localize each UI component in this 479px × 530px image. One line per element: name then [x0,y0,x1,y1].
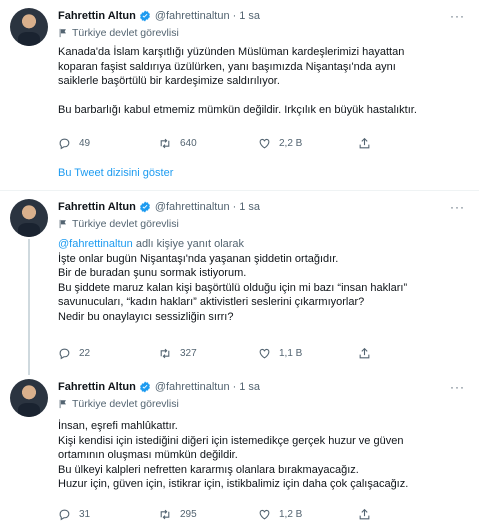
author-name[interactable]: Fahrettin Altun [58,201,136,213]
heart-icon [259,509,270,520]
like-count: 1,1 B [279,348,303,359]
verified-icon [139,381,150,393]
like-button[interactable]: 1,2 B [258,508,358,521]
tweet-time[interactable]: 1 sa [239,10,260,22]
replying-suffix: adlı kişiye yanıt olarak [132,238,245,250]
separator-dot: · [232,10,237,22]
author-name[interactable]: Fahrettin Altun [58,10,136,22]
more-options-icon[interactable]: ··· [450,9,465,23]
separator-dot: · [232,381,237,393]
flag-icon [59,399,66,409]
government-label[interactable]: Türkiye devlet görevlisi [58,218,179,230]
tweet-time[interactable]: 1 sa [239,381,260,393]
share-button[interactable] [358,508,458,521]
reply-icon [59,348,70,360]
tweet-actions: 49 640 2,2 B [58,137,458,150]
tweet-line: koparan faşist saldırıya üzülürken, yanı… [58,60,396,73]
more-options-icon[interactable]: ··· [450,200,465,214]
share-icon [359,508,370,520]
government-label-text: Türkiye devlet görevlisi [72,398,179,410]
heart-icon [259,138,270,149]
thread-line [28,239,30,375]
like-count: 2,2 B [279,138,303,149]
author-handle[interactable]: @fahrettinaltun [155,381,230,393]
tweet-line: Bu şiddete maruz kalan kişi başörtülü ol… [58,281,408,294]
share-button[interactable] [358,137,458,150]
verified-icon [139,201,150,213]
government-label[interactable]: Türkiye devlet görevlisi [58,398,179,410]
mention-link[interactable]: @fahrettinaltun [58,238,133,250]
show-thread-link[interactable]: Bu Tweet dizisini göster [58,167,173,179]
tweet-line: saiklerle başörtülü bir kardeşimize sald… [58,75,280,87]
tweet-line: ortamının oluşması mümkün değildir. [58,449,238,461]
government-label-text: Türkiye devlet görevlisi [72,27,179,39]
tweet-header: Fahrettin Altun @fahrettinaltun · 1 sa [58,10,260,22]
like-button[interactable]: 1,1 B [258,347,358,360]
more-options-icon[interactable]: ··· [450,380,465,394]
share-icon [359,347,370,359]
tweet-header: Fahrettin Altun @fahrettinaltun · 1 sa [58,381,260,393]
retweet-button[interactable]: 295 [158,508,258,521]
tweet-3[interactable]: Fahrettin Altun @fahrettinaltun · 1 sa ·… [0,371,479,530]
retweet-button[interactable]: 640 [158,137,258,150]
tweet-text: İnsan, eşrefi mahlûkattır. Kişi kendisi … [58,419,449,492]
share-icon [359,137,370,149]
tweet-line: İnsan, eşrefi mahlûkattır. [58,420,178,432]
reply-button[interactable]: 22 [58,347,158,360]
share-button[interactable] [358,347,458,360]
like-button[interactable]: 2,2 B [258,137,358,150]
tweet-line: Nedir bu onaylayıcı sessizliğin sırrı? [58,310,234,323]
author-handle[interactable]: @fahrettinaltun [155,201,230,213]
reply-count: 31 [79,509,91,520]
tweet-line: Bu ülkeyi kalpleri nefretten kararmış ol… [58,463,359,476]
reply-icon [59,509,70,521]
avatar[interactable] [10,379,48,417]
tweet-actions: 22 327 1,1 B [58,347,458,360]
separator-dot: · [232,201,237,213]
retweet-count: 327 [180,348,197,359]
tweet-line: Kanada'da İslam karşıtlığı yüzünden Müsl… [58,46,405,58]
retweet-count: 640 [180,138,197,149]
avatar[interactable] [10,8,48,46]
tweet-line: Bir de buradan şunu sormak istiyorum. [58,267,247,279]
author-name[interactable]: Fahrettin Altun [58,381,136,393]
like-count: 1,2 B [279,509,303,520]
retweet-count: 295 [180,509,197,520]
reply-icon [59,138,70,150]
retweet-icon [160,348,170,359]
heart-icon [259,348,270,359]
tweet-line: Bu barbarlığı kabul etmemiz mümkün değil… [58,103,417,116]
flag-icon [59,219,66,229]
tweet-line: Kişi kendisi için istediğini diğeri için… [58,434,404,447]
tweet-text: Kanada'da İslam karşıtlığı yüzünden Müsl… [58,45,449,117]
tweet-header: Fahrettin Altun @fahrettinaltun · 1 sa [58,201,260,213]
author-handle[interactable]: @fahrettinaltun [155,10,230,22]
avatar[interactable] [10,199,48,237]
tweet-1[interactable]: Fahrettin Altun @fahrettinaltun · 1 sa ·… [0,0,479,195]
reply-button[interactable]: 49 [58,137,158,150]
retweet-button[interactable]: 327 [158,347,258,360]
government-label-text: Türkiye devlet görevlisi [72,218,179,230]
tweet-line: Huzur için, güven için, istikrar için, i… [58,478,409,490]
retweet-icon [160,509,170,520]
tweet-actions: 31 295 1,2 B [58,508,458,521]
flag-icon [59,28,66,38]
tweet-text: @fahrettinaltun adlı kişiye yanıt olarak… [58,237,449,324]
reply-button[interactable]: 31 [58,508,158,521]
replying-to: @fahrettinaltun adlı kişiye yanıt olarak [58,237,449,252]
tweet-line: savunucuları, “kadın hakları” aktivistle… [58,296,365,308]
reply-count: 49 [79,138,91,149]
government-label[interactable]: Türkiye devlet görevlisi [58,27,179,39]
retweet-icon [160,138,170,149]
tweet-line: İşte onlar bugün Nişantaşı'nda yaşanan ş… [58,252,339,265]
tweet-time[interactable]: 1 sa [239,201,260,213]
verified-icon [139,10,150,22]
tweet-2[interactable]: Fahrettin Altun @fahrettinaltun · 1 sa ·… [0,191,479,375]
reply-count: 22 [79,348,91,359]
